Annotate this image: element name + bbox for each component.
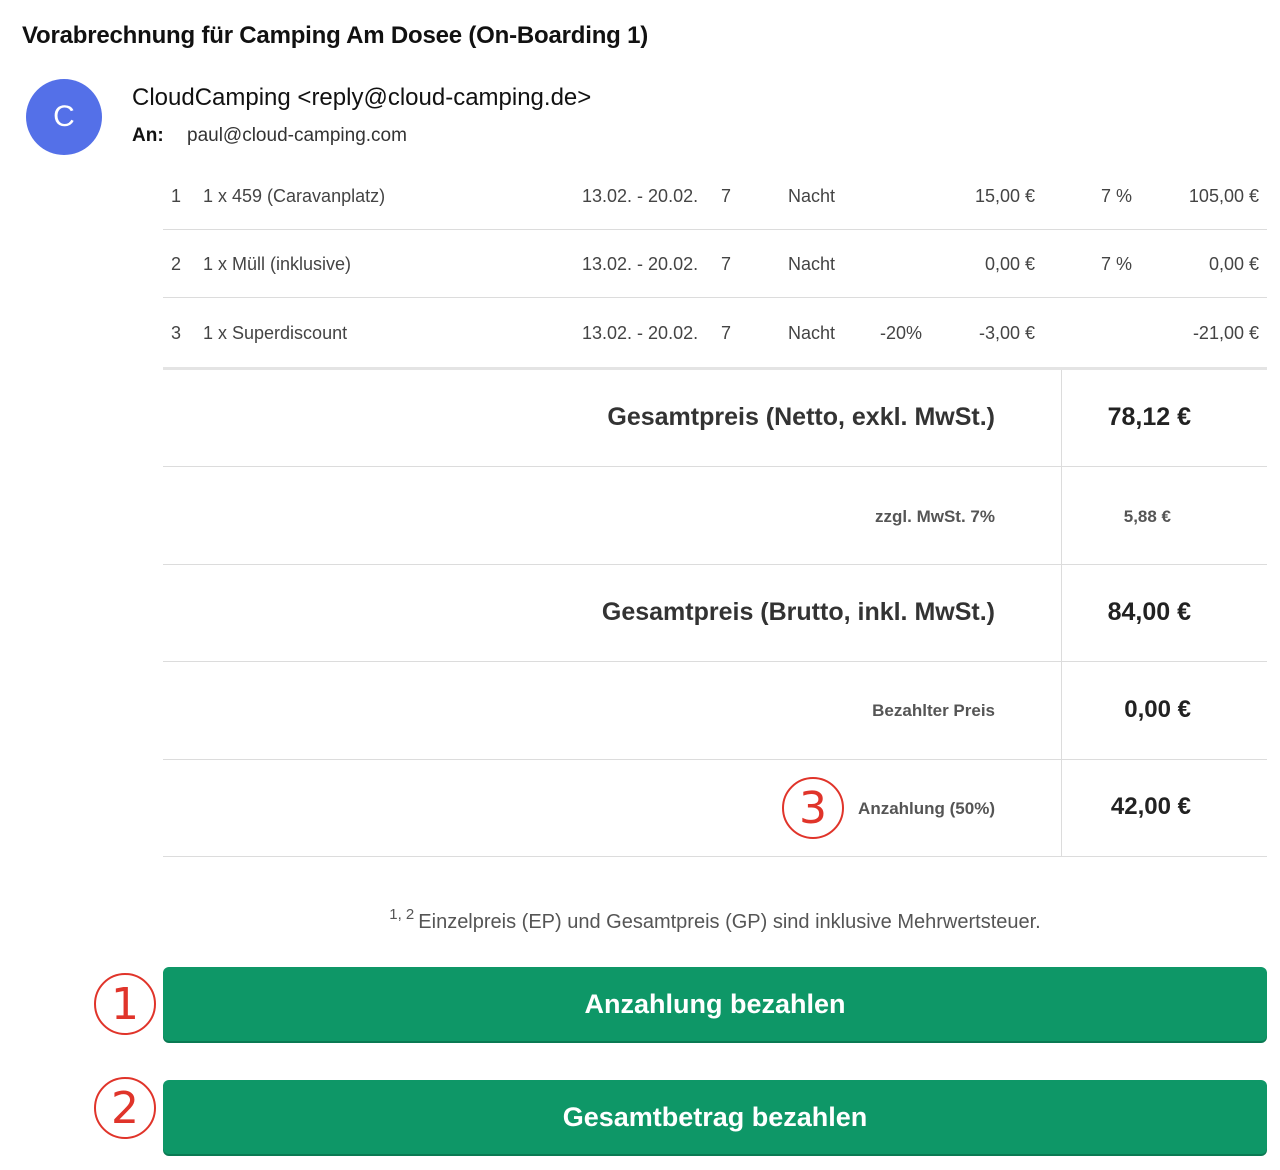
item-total-price: -21,00 €: [1192, 323, 1259, 343]
item-total-price: 0,00 €: [1208, 254, 1259, 274]
annotation-marker-1: 1: [94, 973, 156, 1035]
item-unit: Nacht: [788, 186, 836, 206]
column-divider: [1061, 370, 1062, 466]
annotation-marker-2: 2: [94, 1077, 156, 1139]
item-number: 3: [171, 323, 182, 343]
summary-row-netto: Gesamtpreis (Netto, exkl. MwSt.) 78,12 €: [163, 370, 1267, 467]
brutto-label: Gesamtpreis (Brutto, inkl. MwSt.): [601, 598, 995, 626]
netto-label: Gesamtpreis (Netto, exkl. MwSt.): [607, 403, 995, 431]
item-unit: Nacht: [788, 323, 836, 343]
item-discount: -20%: [880, 323, 923, 343]
summary-row-mwst: zzgl. MwSt. 7% 5,88 €: [163, 467, 1267, 565]
item-date-range: 13.02. - 20.02.: [582, 254, 699, 274]
sender-avatar: C: [26, 79, 102, 155]
table-row: 3 1 x Superdiscount 13.02. - 20.02. 7 Na…: [163, 299, 1267, 367]
pay-total-button[interactable]: Gesamtbetrag bezahlen: [163, 1080, 1267, 1154]
deposit-label: Anzahlung (50%): [858, 799, 995, 818]
item-tax-rate: 7 %: [1101, 254, 1133, 274]
item-quantity: 7: [721, 323, 732, 343]
footnote-text: Einzelpreis (EP) und Gesamtpreis (GP) si…: [418, 911, 1041, 933]
item-unit-price: -3,00 €: [978, 323, 1035, 343]
item-number: 1: [171, 186, 182, 206]
sender-address[interactable]: CloudCamping <reply@cloud-camping.de>: [132, 84, 591, 112]
mwst-value: 5,88 €: [1123, 507, 1171, 526]
brutto-value: 84,00 €: [1107, 598, 1191, 626]
invoice-items-table: 1 1 x 459 (Caravanplatz) 13.02. - 20.02.…: [163, 172, 1267, 370]
summary-row-brutto: Gesamtpreis (Brutto, inkl. MwSt.) 84,00 …: [163, 565, 1267, 662]
summary-row-deposit: Anzahlung (50%) 42,00 €: [163, 760, 1267, 857]
email-subject: Vorabrechnung für Camping Am Dosee (On-B…: [22, 22, 649, 49]
item-total-price: 105,00 €: [1188, 186, 1259, 206]
item-description: 1 x 459 (Caravanplatz): [203, 186, 386, 206]
item-description: 1 x Müll (inklusive): [203, 254, 352, 274]
mwst-label: zzgl. MwSt. 7%: [875, 507, 995, 526]
footnote-marker: 1, 2: [389, 906, 415, 923]
column-divider: [1061, 565, 1062, 661]
recipient-address[interactable]: paul@cloud-camping.com: [187, 125, 407, 147]
item-tax-rate: 7 %: [1101, 186, 1133, 206]
pay-deposit-button[interactable]: Anzahlung bezahlen: [163, 967, 1267, 1041]
summary-row-paid: Bezahlter Preis 0,00 €: [163, 662, 1267, 760]
deposit-value: 42,00 €: [1110, 793, 1191, 820]
item-quantity: 7: [721, 254, 732, 274]
item-unit-price: 15,00 €: [974, 186, 1035, 206]
item-unit: Nacht: [788, 254, 836, 274]
netto-value: 78,12 €: [1107, 403, 1191, 431]
item-description: 1 x Superdiscount: [203, 323, 348, 343]
item-date-range: 13.02. - 20.02.: [582, 323, 699, 343]
paid-value: 0,00 €: [1124, 696, 1191, 723]
paid-label: Bezahlter Preis: [872, 701, 995, 720]
item-unit-price: 0,00 €: [984, 254, 1035, 274]
footnote: 1, 2 Einzelpreis (EP) und Gesamtpreis (GP…: [0, 906, 1280, 934]
annotation-marker-3: 3: [782, 777, 844, 839]
item-date-range: 13.02. - 20.02.: [582, 186, 699, 206]
table-row: 1 1 x 459 (Caravanplatz) 13.02. - 20.02.…: [163, 172, 1267, 230]
item-number: 2: [171, 254, 182, 274]
item-quantity: 7: [721, 186, 732, 206]
recipient-label: An:: [132, 125, 164, 146]
table-row: 2 1 x Müll (inklusive) 13.02. - 20.02. 7…: [163, 230, 1267, 298]
column-divider: [1061, 760, 1062, 856]
column-divider: [1061, 662, 1062, 759]
column-divider: [1061, 467, 1062, 564]
